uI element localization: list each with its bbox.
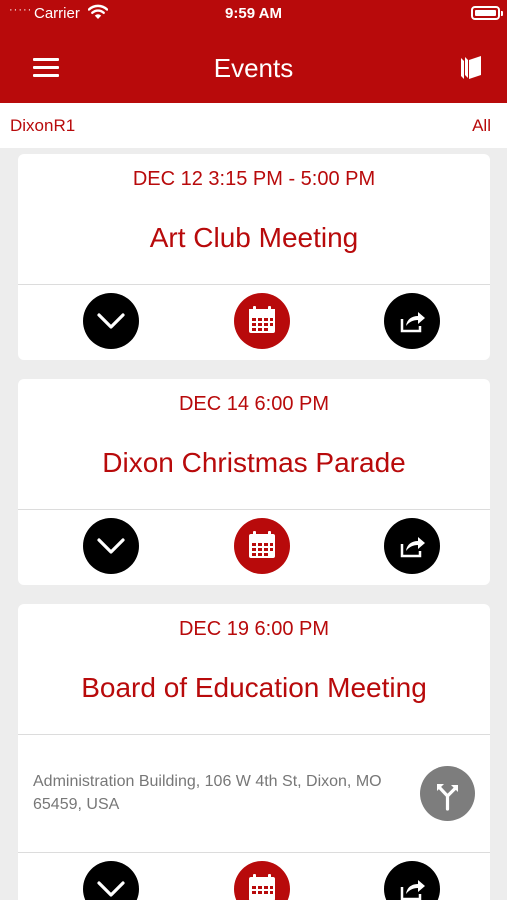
expand-button[interactable] xyxy=(83,861,139,900)
event-address: Administration Building, 106 W 4th St, D… xyxy=(33,773,382,813)
battery-icon xyxy=(471,6,503,20)
event-list[interactable]: DEC 12 3:15 PM - 5:00 PM Art Club Meetin… xyxy=(0,150,507,900)
event-date: DEC 19 6:00 PM xyxy=(178,618,330,640)
calendar-icon xyxy=(249,874,275,900)
event-card[interactable]: DEC 19 6:00 PM Board of Education Meetin… xyxy=(18,604,490,900)
add-to-calendar-button[interactable] xyxy=(234,293,290,349)
event-card[interactable]: DEC 12 3:15 PM - 5:00 PM Art Club Meetin… xyxy=(18,154,490,360)
event-title: Board of Education Meeting xyxy=(81,672,427,703)
share-icon xyxy=(400,537,425,558)
directions-icon xyxy=(437,784,458,811)
directions-button[interactable] xyxy=(420,766,475,821)
add-to-calendar-button[interactable] xyxy=(234,861,290,900)
filter-all-button[interactable]: All xyxy=(472,116,491,136)
add-to-calendar-button[interactable] xyxy=(234,518,290,574)
chevron-down-icon xyxy=(97,538,125,554)
event-date: DEC 12 3:15 PM - 5:00 PM xyxy=(132,168,376,190)
book-icon xyxy=(461,56,481,79)
event-card[interactable]: DEC 14 6:00 PM Dixon Christmas Parade xyxy=(18,379,490,585)
calendar-icon xyxy=(249,531,275,558)
filter-bar: DixonR1 All xyxy=(0,103,507,148)
app-header: ····· Carrier 9:59 AM Events xyxy=(0,0,507,103)
district-selector[interactable]: DixonR1 xyxy=(10,116,75,136)
event-date: DEC 14 6:00 PM xyxy=(178,393,330,415)
calendar-icon xyxy=(249,306,275,333)
status-time: 9:59 AM xyxy=(225,5,282,22)
divider xyxy=(18,284,490,285)
share-icon xyxy=(400,880,425,900)
divider xyxy=(18,852,490,853)
chevron-down-icon xyxy=(97,881,125,897)
share-button[interactable] xyxy=(384,293,440,349)
share-button[interactable] xyxy=(384,518,440,574)
library-button[interactable] xyxy=(458,54,484,82)
share-icon xyxy=(400,312,425,333)
divider xyxy=(18,509,490,510)
divider xyxy=(18,734,490,735)
event-title: Dixon Christmas Parade xyxy=(102,447,406,478)
expand-button[interactable] xyxy=(83,518,139,574)
expand-button[interactable] xyxy=(83,293,139,349)
chevron-down-icon xyxy=(97,313,125,329)
page-title: Events xyxy=(213,53,294,83)
status-bar: ····· Carrier 9:59 AM xyxy=(0,0,507,28)
share-button[interactable] xyxy=(384,861,440,900)
event-title: Art Club Meeting xyxy=(149,222,359,253)
